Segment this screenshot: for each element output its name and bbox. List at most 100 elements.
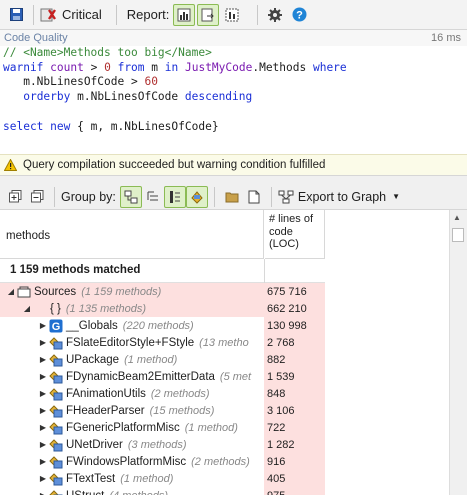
collapsed-arrow-icon[interactable]: ▶ <box>38 406 48 415</box>
query-group-title[interactable]: Code Quality <box>4 32 68 44</box>
table-row[interactable]: ▶ FHeaderParser (15 methods) 3 106 <box>0 402 325 419</box>
folder-icon <box>225 192 239 202</box>
collapsed-arrow-icon[interactable]: ▶ <box>38 372 48 381</box>
export-to-graph-button[interactable]: Export to Graph ▼ <box>278 190 400 204</box>
type-list-icon <box>169 190 180 203</box>
query-editor[interactable]: // <Name>Methods too big</Name> warnif co… <box>0 46 467 154</box>
chevron-down-icon: ▼ <box>392 192 401 201</box>
expand-all-button[interactable] <box>4 186 26 208</box>
table-row[interactable]: ◢ Sources (1 159 methods) 675 716 <box>0 283 325 300</box>
collapsed-arrow-icon[interactable]: ▶ <box>38 321 48 330</box>
document-icon <box>248 190 260 203</box>
row-name: { } <box>50 302 61 315</box>
method-cell: ▶ FGenericPlatformMisc (1 method) <box>0 419 264 436</box>
settings-button[interactable] <box>264 4 286 26</box>
table-row[interactable]: ◢ { } (1 135 methods) 662 210 <box>0 300 325 317</box>
group-by-method-button[interactable] <box>185 185 208 208</box>
row-name: FDynamicBeam2EmitterData <box>66 370 215 383</box>
collapsed-arrow-icon[interactable]: ▶ <box>38 338 48 347</box>
collapsed-arrow-icon[interactable]: ▶ <box>38 440 48 449</box>
method-cell: ▶ FTextTest (1 method) <box>0 470 264 487</box>
method-cell: ▶ FAnimationUtils (2 methods) <box>0 385 264 402</box>
column-header-loc[interactable]: # lines of code (LOC) <box>265 210 325 259</box>
table-row[interactable]: ▶ UNetDriver (3 methods) 1 282 <box>0 436 325 453</box>
table-row[interactable]: ▶ FSlateEditorStyle+FStyle (13 metho 2 768 <box>0 334 325 351</box>
row-name: FTextTest <box>66 472 116 485</box>
collapse-all-button[interactable] <box>26 186 48 208</box>
class-icon <box>48 386 63 401</box>
loc-cell: 916 <box>264 453 325 470</box>
method-cell: ▶ FDynamicBeam2EmitterData (5 met <box>0 368 264 385</box>
column-header-methods[interactable]: methods <box>0 210 264 259</box>
scroll-up-icon[interactable]: ▲ <box>453 213 461 222</box>
help-button[interactable]: ? <box>288 4 310 26</box>
globals-icon: G <box>48 318 63 333</box>
loc-cell: 975 <box>264 487 325 495</box>
toolbar-separator <box>115 4 117 25</box>
loc-cell: 722 <box>264 419 325 436</box>
warning-bar: Query compilation succeeded but warning … <box>0 154 467 176</box>
help-icon: ? <box>292 7 307 22</box>
class-icon <box>48 437 63 452</box>
critical-label: Critical <box>62 7 102 22</box>
grid-scrollbar-thumb[interactable] <box>452 228 464 242</box>
code-line: orderby m.NbLinesOfCode descending <box>23 90 253 104</box>
row-method-count: (5 met <box>219 370 252 383</box>
group-by-assembly-button[interactable] <box>119 185 142 208</box>
table-row[interactable]: ▶ FGenericPlatformMisc (1 method) 722 <box>0 419 325 436</box>
report-chart-button[interactable] <box>173 3 196 26</box>
save-button[interactable] <box>5 4 27 26</box>
row-name: UStruct <box>66 490 104 495</box>
table-row[interactable]: ▶ FDynamicBeam2EmitterData (5 met 1 539 <box>0 368 325 385</box>
group-by-type-button[interactable] <box>163 185 186 208</box>
report-list-button[interactable] <box>221 4 243 26</box>
collapsed-arrow-icon[interactable]: ▶ <box>38 457 48 466</box>
report-chart-icon <box>177 8 191 21</box>
report-label: Report: <box>126 7 170 22</box>
query-header: Code Quality 16 ms <box>0 30 467 46</box>
main-toolbar: Critical Report: ? <box>0 0 467 30</box>
class-icon <box>48 454 63 469</box>
loc-cell: 848 <box>264 385 325 402</box>
svg-text:G: G <box>51 321 60 333</box>
expanded-arrow-icon[interactable]: ◢ <box>6 287 16 296</box>
table-row[interactable]: ▶ FWindowsPlatformMisc (2 methods) 916 <box>0 453 325 470</box>
method-cell: ▶ G __Globals (220 methods) <box>0 317 264 334</box>
critical-toggle[interactable]: Critical <box>40 7 102 23</box>
row-method-count: (1 135 methods) <box>65 302 146 315</box>
class-icon <box>48 403 63 418</box>
table-row[interactable]: ▶ FTextTest (1 method) 405 <box>0 470 325 487</box>
collapse-icon <box>30 190 43 203</box>
editor-scrollbar[interactable] <box>452 46 464 154</box>
folder-button[interactable] <box>221 186 243 208</box>
table-row[interactable]: ▶ UStruct (4 methods) 975 <box>0 487 325 495</box>
table-row[interactable]: ▶ G __Globals (220 methods) 130 998 <box>0 317 325 334</box>
report-export-button[interactable] <box>197 3 220 26</box>
grid-scrollbar[interactable] <box>449 210 467 495</box>
table-row[interactable]: ▶ UPackage (1 method) 882 <box>0 351 325 368</box>
table-row[interactable]: ▶ FAnimationUtils (2 methods) 848 <box>0 385 325 402</box>
method-cell: ◢ Sources (1 159 methods) <box>0 283 264 300</box>
document-button[interactable] <box>243 186 265 208</box>
toolbar-separator <box>270 186 272 207</box>
svg-text:?: ? <box>296 10 303 22</box>
collapsed-arrow-icon[interactable]: ▶ <box>38 389 48 398</box>
loc-cell: 1 282 <box>264 436 325 453</box>
class-icon <box>48 335 63 350</box>
collapsed-arrow-icon[interactable]: ▶ <box>38 474 48 483</box>
row-method-count: (1 method) <box>124 353 178 366</box>
assembly-tree-icon <box>124 190 138 203</box>
row-method-count: (4 methods) <box>109 490 168 495</box>
collapsed-arrow-icon[interactable]: ▶ <box>38 423 48 432</box>
expanded-arrow-icon[interactable]: ◢ <box>22 304 32 313</box>
query-time: 16 ms <box>431 32 461 44</box>
row-name: __Globals <box>66 319 118 332</box>
group-by-namespace-button[interactable] <box>142 186 164 208</box>
collapsed-arrow-icon[interactable]: ▶ <box>38 491 48 495</box>
collapsed-arrow-icon[interactable]: ▶ <box>38 355 48 364</box>
class-icon <box>48 488 63 495</box>
column-header-methods-label: methods <box>6 230 51 242</box>
row-name: UPackage <box>66 353 120 366</box>
row-method-count: (2 methods) <box>191 455 250 468</box>
row-name: FGenericPlatformMisc <box>66 421 180 434</box>
